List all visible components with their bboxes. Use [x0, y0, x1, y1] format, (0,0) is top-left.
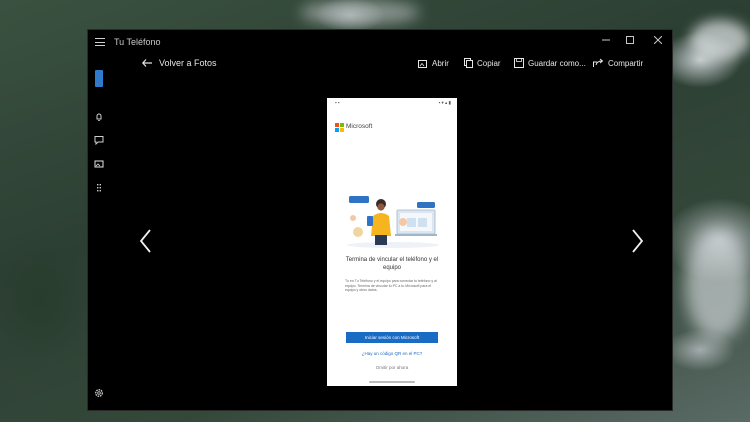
- share-label: Compartir: [608, 58, 644, 68]
- phone-status-bar: ▪ ▪ ▪ ▾ ▴ ▮: [335, 100, 451, 105]
- save-as-label: Guardar como...: [528, 58, 586, 68]
- desktop-cloud: [690, 20, 750, 60]
- title-bar: Tu Teléfono: [88, 30, 672, 54]
- close-button[interactable]: [647, 34, 669, 50]
- back-arrow-icon: [142, 59, 152, 67]
- desktop-cloud: [300, 0, 420, 25]
- open-label: Abrir: [432, 58, 449, 68]
- home-indicator: [369, 381, 415, 383]
- phone-body-text: Tu en Tu Teléfono y el equipo para conec…: [345, 279, 437, 293]
- menu-icon[interactable]: [95, 38, 105, 46]
- app-window: Tu Teléfono Volver a Fotos Abrir Copiar …: [88, 30, 672, 410]
- copy-label: Copiar: [477, 58, 501, 68]
- previous-photo-icon[interactable]: [138, 228, 154, 254]
- close-icon: [653, 35, 663, 45]
- skip-link: Omitir por ahora: [375, 365, 409, 370]
- settings-icon[interactable]: [94, 388, 104, 398]
- signin-button: Iniciar sesión con Microsoft: [346, 332, 438, 343]
- qr-code-link: ¿Hay un código QR en el PC?: [361, 351, 423, 356]
- photo-preview: ▪ ▪ ▪ ▾ ▴ ▮ Microsoft Termina de vincula…: [327, 98, 457, 386]
- app-title: Tu Teléfono: [114, 37, 161, 47]
- photos-icon[interactable]: [94, 159, 104, 169]
- share-button[interactable]: Compartir: [593, 56, 643, 70]
- minimize-button[interactable]: [595, 34, 617, 50]
- next-photo-icon[interactable]: [629, 228, 645, 254]
- notification-icon[interactable]: [94, 112, 104, 122]
- open-button[interactable]: Abrir: [418, 56, 449, 70]
- back-label: Volver a Fotos: [159, 58, 217, 68]
- desktop-cloud: [685, 230, 750, 340]
- save-icon: [514, 58, 524, 68]
- copy-icon: [464, 58, 473, 68]
- save-as-button[interactable]: Guardar como...: [514, 56, 586, 70]
- apps-icon[interactable]: [94, 183, 104, 193]
- open-icon: [418, 59, 427, 68]
- phone-icon[interactable]: [95, 70, 103, 87]
- maximize-icon: [626, 36, 634, 44]
- back-to-photos-button[interactable]: Volver a Fotos: [142, 56, 217, 70]
- phone-title: Termina de vincular el teléfono y el equ…: [345, 257, 439, 271]
- share-icon: [593, 58, 604, 67]
- maximize-button[interactable]: [619, 34, 641, 50]
- messages-icon[interactable]: [94, 135, 104, 145]
- illustration: [347, 196, 439, 248]
- minimize-icon: [602, 39, 610, 41]
- copy-button[interactable]: Copiar: [464, 56, 501, 70]
- brand-name: Microsoft: [346, 123, 373, 130]
- microsoft-logo-icon: [335, 123, 344, 132]
- sidebar: [88, 54, 110, 410]
